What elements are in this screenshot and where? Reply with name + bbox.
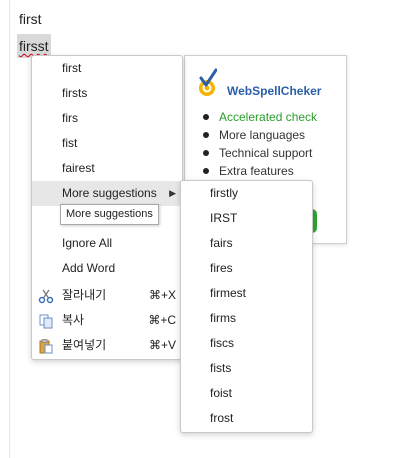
more-suggestions-submenu: firstly IRST fairs fires firmest firms f… [180, 180, 313, 433]
webspellchecker-brand-name: WebSpellCheker [227, 84, 322, 98]
submenu-suggestion-item[interactable]: firms [181, 306, 312, 331]
submenu-suggestion-item[interactable]: fairs [181, 231, 312, 256]
feature-item: More languages [201, 126, 317, 144]
suggestion-item[interactable]: fist [32, 131, 182, 156]
scissors-icon [38, 289, 54, 304]
editor-left-border [9, 0, 10, 458]
bullet-icon [203, 150, 209, 156]
copy-icon [39, 314, 53, 329]
more-suggestions-tooltip: More suggestions [60, 204, 159, 225]
suggestion-item[interactable]: first [32, 56, 182, 81]
feature-item: Extra features [201, 162, 317, 180]
feature-item: Technical support [201, 144, 317, 162]
feature-list: Accelerated check More languages Technic… [201, 108, 317, 180]
submenu-suggestion-item[interactable]: foist [181, 381, 312, 406]
submenu-suggestion-item[interactable]: fires [181, 256, 312, 281]
add-word-item[interactable]: Add Word [32, 256, 182, 281]
suggestion-item[interactable]: firsts [32, 81, 182, 106]
suggestion-item[interactable]: firs [32, 106, 182, 131]
page: first firsst WebSpellCheker Accelerated … [0, 0, 402, 458]
editor-line-1[interactable]: first [19, 11, 42, 27]
paste-item[interactable]: 붙여넣기 ⌘+V [32, 333, 182, 358]
bullet-icon [203, 114, 209, 120]
ignore-all-item[interactable]: Ignore All [32, 231, 182, 256]
submenu-suggestion-item[interactable]: frost [181, 406, 312, 431]
bullet-icon [203, 132, 209, 138]
more-suggestions-item[interactable]: More suggestions ▶ [32, 181, 182, 206]
suggestion-item[interactable]: fairest [32, 156, 182, 181]
submenu-suggestion-item[interactable]: firmest [181, 281, 312, 306]
submenu-arrow-icon: ▶ [169, 188, 176, 198]
logo-mark-icon [199, 68, 218, 96]
feature-item: Accelerated check [201, 108, 317, 126]
paste-icon [39, 339, 53, 354]
submenu-suggestion-item[interactable]: IRST [181, 206, 312, 231]
webspellchecker-logo: WebSpellCheker [197, 68, 337, 100]
submenu-suggestion-item[interactable]: fists [181, 356, 312, 381]
bullet-icon [203, 168, 209, 174]
submenu-suggestion-item[interactable]: firstly [181, 181, 312, 206]
copy-item[interactable]: 복사 ⌘+C [32, 308, 182, 333]
submenu-suggestion-item[interactable]: fiscs [181, 331, 312, 356]
cut-item[interactable]: 잘라내기 ⌘+X [32, 283, 182, 308]
misspelled-word[interactable]: firsst [19, 38, 49, 54]
